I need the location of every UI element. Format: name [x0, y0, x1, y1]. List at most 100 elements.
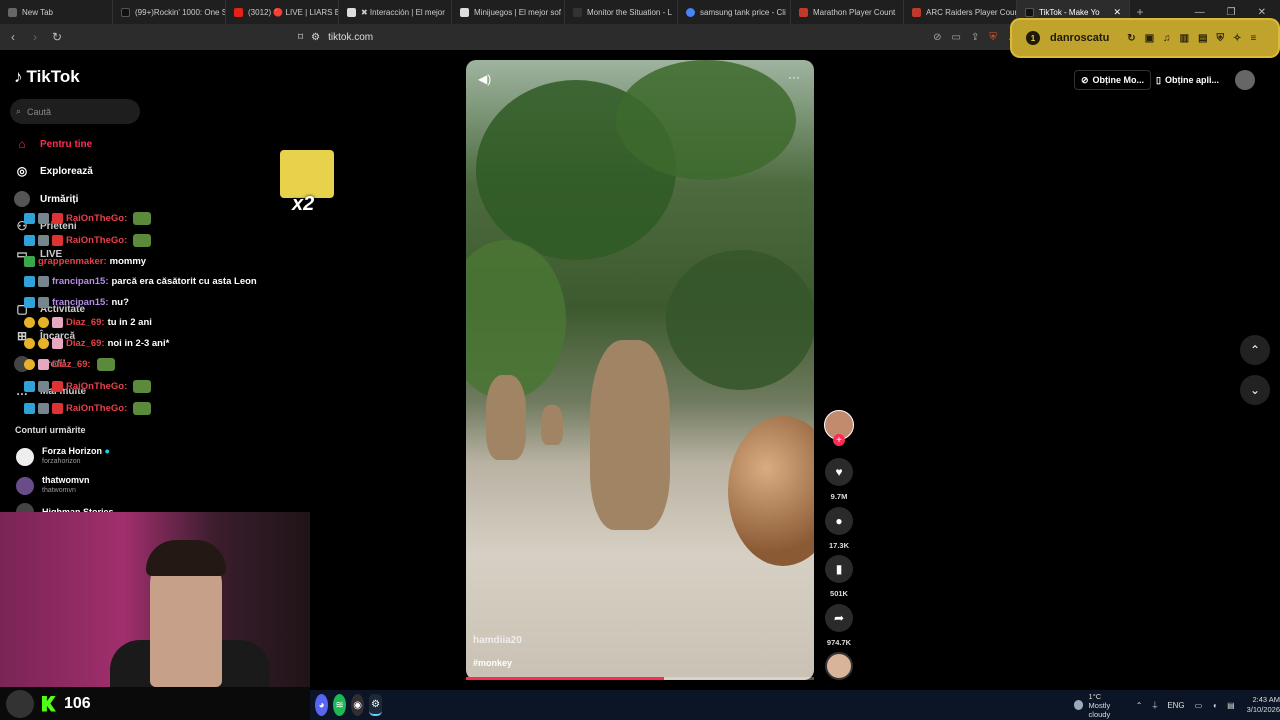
get-app-button[interactable]: ▯ Obține apli...	[1150, 70, 1225, 90]
wallet-icon[interactable]: ▤	[1198, 33, 1207, 44]
spotify-icon[interactable]: ≋	[333, 694, 347, 716]
monitor-icon[interactable]: ▭	[1195, 701, 1203, 710]
minimize-icon[interactable]: —	[1195, 7, 1205, 18]
maximize-icon[interactable]: ❐	[1227, 7, 1236, 18]
obs-icon[interactable]: ◉	[351, 694, 365, 716]
sync-icon[interactable]: ↻	[1127, 33, 1135, 44]
following-avatar-icon	[14, 191, 30, 207]
discord-icon[interactable]: ◕	[315, 694, 329, 716]
chat-text: parcă era căsătorit cu asta Leon	[111, 276, 257, 287]
browser-tab[interactable]: (99+)Rockin' 1000: One S	[113, 0, 226, 24]
browser-tab[interactable]: Minijuegos | El mejor sof	[452, 0, 565, 24]
tab-favicon-icon	[912, 7, 921, 17]
cast-icon[interactable]: ▭	[952, 32, 961, 43]
chat-username[interactable]: Diaz_69:	[66, 338, 105, 349]
bookmark-icon[interactable]: ⌑	[298, 32, 303, 43]
chat-username[interactable]: francipan15:	[52, 297, 109, 308]
chat-username[interactable]: grappenmaker:	[38, 256, 107, 267]
coin-icon: ⊘	[1081, 74, 1089, 85]
reload-icon[interactable]: ↻	[48, 30, 66, 44]
chat-username[interactable]: RaiOnTheGo:	[66, 213, 127, 224]
browser-tab[interactable]: samsung tank price - Cli	[678, 0, 791, 24]
back-icon[interactable]: ‹	[4, 30, 22, 44]
browser-tab[interactable]: New Tab	[0, 0, 113, 24]
coconut	[728, 416, 814, 566]
chat-username[interactable]: RaiOnTheGo:	[66, 235, 127, 246]
browser-tab[interactable]: ✖ Interacción | El mejor	[339, 0, 452, 24]
profile-badge: 1	[1026, 31, 1040, 45]
like-button[interactable]: ♥	[825, 458, 853, 486]
comment-button[interactable]: ●	[825, 507, 853, 535]
get-coins-button[interactable]: ⊘ Obține Mo...	[1074, 70, 1152, 90]
heart-icon: ♥	[835, 465, 843, 479]
browser-tab[interactable]: Monitor the Situation - L	[565, 0, 678, 24]
volume-icon[interactable]: ◀)	[478, 72, 491, 86]
palm-foliage	[666, 250, 814, 390]
chat-username[interactable]: RaiOnTheGo:	[66, 381, 127, 392]
profile-pill[interactable]: 1 danroscatu ↻ ▣ ♫ ▥ ▤ ⛨ ✧ ≡	[1012, 20, 1278, 56]
tiktok-logo[interactable]: ♪ TikTok	[14, 67, 80, 87]
site-info-icon[interactable]: ⚙	[311, 32, 320, 43]
cloud-icon	[1074, 700, 1083, 710]
monkey	[486, 375, 526, 460]
new-tab-button[interactable]: +	[1130, 5, 1150, 19]
compass-icon: ◎	[16, 164, 28, 178]
microphone-icon[interactable]: ⍊	[1153, 700, 1158, 710]
more-options-icon[interactable]: ···	[788, 70, 800, 84]
chat-username[interactable]: RaiOnTheGo:	[66, 403, 127, 414]
tiktok-favicon-icon	[121, 7, 130, 17]
menu-icon[interactable]: ≡	[1250, 33, 1256, 44]
steam-icon[interactable]: ⚙	[369, 694, 383, 716]
chat-badge-icon	[38, 381, 49, 392]
following-accounts-title: Conturi urmărite	[15, 425, 86, 435]
next-video-button[interactable]: ⌄	[1240, 375, 1270, 405]
close-icon[interactable]: ✕	[1113, 7, 1121, 18]
chat-username[interactable]: francipan15:	[52, 276, 109, 287]
chevron-up-icon[interactable]: ⌃	[1136, 701, 1143, 710]
music-disc[interactable]	[825, 652, 853, 680]
nav-explore[interactable]: ◎ Explorează	[14, 163, 93, 179]
extension-icon[interactable]: ▣	[1145, 33, 1154, 44]
chat-username[interactable]: Diaz_69:	[66, 317, 105, 328]
nav-following[interactable]: Urmăriți	[14, 191, 78, 207]
video-progress-bar[interactable]	[466, 677, 814, 680]
vpn-icon[interactable]: ⛨	[1217, 33, 1225, 44]
account-item[interactable]: Forza Horizon ● forzahorizon	[16, 446, 110, 467]
tab-favicon-icon	[799, 7, 808, 17]
chat-message: RaiOnTheGo:	[24, 380, 152, 393]
video-hashtag[interactable]: #monkey	[473, 658, 512, 668]
close-icon[interactable]: ✕	[1258, 7, 1266, 18]
bookmark-icon: ▮	[835, 562, 843, 576]
user-avatar[interactable]	[1235, 70, 1255, 90]
share-icon[interactable]: ⇪	[971, 32, 979, 43]
search-input[interactable]: ⌕ Caută	[10, 99, 140, 124]
browser-tab[interactable]: Marathon Player Count	[791, 0, 904, 24]
like-count: 9.7M	[830, 492, 848, 501]
url-field[interactable]: ⌑ ⚙ tiktok.com	[298, 32, 373, 43]
forward-icon[interactable]: ›	[26, 30, 44, 44]
network-icon[interactable]: ▤	[1227, 701, 1235, 710]
no-tracking-icon[interactable]: ⊘	[933, 32, 941, 43]
clock[interactable]: 2:43 AM 3/10/2026	[1247, 695, 1280, 715]
save-button[interactable]: ▮	[825, 555, 853, 583]
nav-for-you[interactable]: ⌂ Pentru tine	[14, 136, 92, 152]
music-icon[interactable]: ♫	[1163, 33, 1171, 44]
video-player[interactable]	[466, 60, 814, 680]
account-item[interactable]: thatwomvn thatwomvn	[16, 475, 90, 496]
tab-favicon-icon	[460, 7, 469, 17]
ai-icon[interactable]: ✧	[1233, 33, 1241, 44]
chat-username[interactable]: Diaz_69:	[52, 359, 91, 370]
language-indicator[interactable]: ENG	[1167, 701, 1184, 710]
video-author[interactable]: hamdiia20	[473, 635, 522, 646]
url-text: tiktok.com	[328, 31, 374, 43]
browser-tab[interactable]: ARC Raiders Player Coun	[904, 0, 1017, 24]
brave-shield-icon[interactable]: ⛨	[989, 32, 997, 43]
volume-icon[interactable]: ◖	[1212, 701, 1217, 710]
previous-video-button[interactable]: ⌃	[1240, 335, 1270, 365]
sidebar-icon[interactable]: ▥	[1180, 33, 1189, 44]
follow-plus-icon[interactable]: +	[833, 434, 845, 446]
weather-widget[interactable]: 1°C Mostly cloudy	[1074, 692, 1116, 719]
browser-tab[interactable]: (3012) 🔴 LIVE | LIARS BA	[226, 0, 339, 24]
account-handle: thatwomvn	[42, 487, 76, 494]
share-button[interactable]: ➦	[825, 604, 853, 632]
